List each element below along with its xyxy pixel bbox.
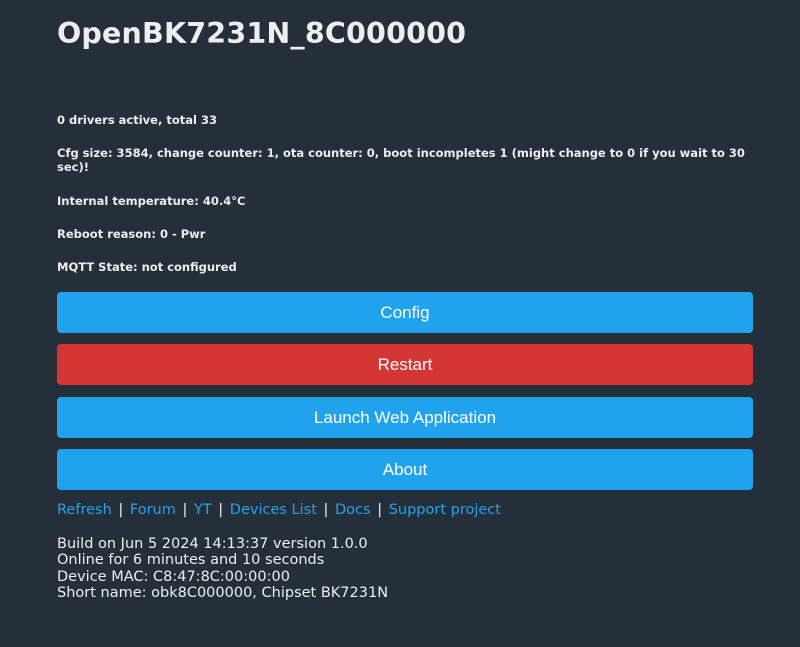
link-separator: | [323,502,329,518]
footer-links: Refresh | Forum | YT | Devices List | Do… [57,502,501,518]
yt-link[interactable]: YT [194,502,212,518]
devices-list-link[interactable]: Devices List [230,502,317,518]
config-button[interactable]: Config [57,292,753,333]
build-info: Build on Jun 5 2024 14:13:37 version 1.0… [57,536,368,552]
temperature-status: Internal temperature: 40.4°C [57,194,246,208]
shortname-info: Short name: obk8C000000, Chipset BK7231N [57,584,389,601]
support-project-link[interactable]: Support project [389,502,501,518]
docs-link[interactable]: Docs [335,502,371,518]
forum-link[interactable]: Forum [130,502,176,518]
mqtt-state: MQTT State: not configured [57,260,237,274]
reboot-reason: Reboot reason: 0 - Pwr [57,227,206,241]
page-title: OpenBK7231N_8C000000 [57,17,467,50]
launch-web-app-button[interactable]: Launch Web Application [57,397,753,438]
refresh-link[interactable]: Refresh [57,502,112,518]
link-separator: | [218,502,224,518]
link-separator: | [377,502,383,518]
drivers-status: 0 drivers active, total 33 [57,113,217,127]
uptime-info: Online for 6 minutes and 10 seconds [57,552,325,569]
mac-info: Device MAC: C8:47:8C:00:00:00 [57,568,290,585]
cfg-status: Cfg size: 3584, change counter: 1, ota c… [57,146,745,174]
about-button[interactable]: About [57,449,753,490]
link-separator: | [118,502,124,518]
restart-button[interactable]: Restart [57,344,753,385]
link-separator: | [182,502,188,518]
device-info: Build on Jun 5 2024 14:13:37 version 1.0… [57,536,388,601]
